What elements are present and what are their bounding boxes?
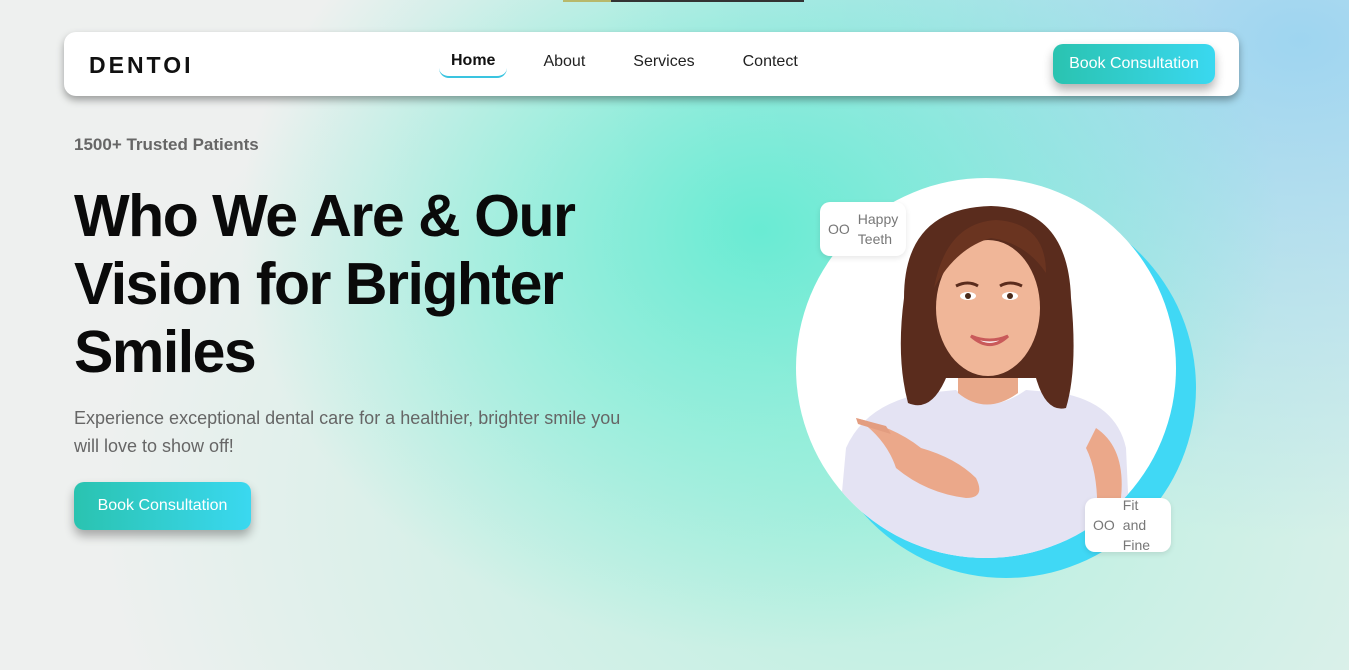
- nav-links: Home About Services Contect: [439, 32, 846, 96]
- nav-link-about[interactable]: About: [543, 53, 585, 75]
- trusted-patients-label: 1500+ Trusted Patients: [74, 135, 259, 154]
- badge-line1: Happy: [857, 211, 899, 227]
- hero-book-consultation-button[interactable]: Book Consultation: [74, 482, 251, 530]
- happy-teeth-badge: OO Happy Teeth: [820, 202, 906, 256]
- nav-link-contact[interactable]: Contect: [743, 53, 798, 75]
- badge-line1: Fit and: [1122, 497, 1147, 533]
- top-strip: [563, 0, 804, 2]
- nav-link-home[interactable]: Home: [439, 52, 508, 78]
- hero-subtext: Experience exceptional dental care for a…: [74, 408, 621, 456]
- navbar: DENTOI Home About Services Contect Book …: [64, 32, 1239, 96]
- badge-line2: Fine: [1122, 537, 1151, 553]
- nav-link-services[interactable]: Services: [633, 53, 694, 75]
- badge-line2: Teeth: [857, 231, 893, 247]
- fit-and-fine-badge: OO Fit and Fine: [1085, 497, 1171, 553]
- heart-icon: OO: [1093, 517, 1115, 533]
- tooth-icon: OO: [828, 221, 850, 237]
- nav-book-consultation-button[interactable]: Book Consultation: [1053, 44, 1215, 84]
- logo[interactable]: DENTOI: [89, 52, 193, 78]
- hero-headline: Who We Are & Our Vision for Brighter Smi…: [74, 183, 576, 385]
